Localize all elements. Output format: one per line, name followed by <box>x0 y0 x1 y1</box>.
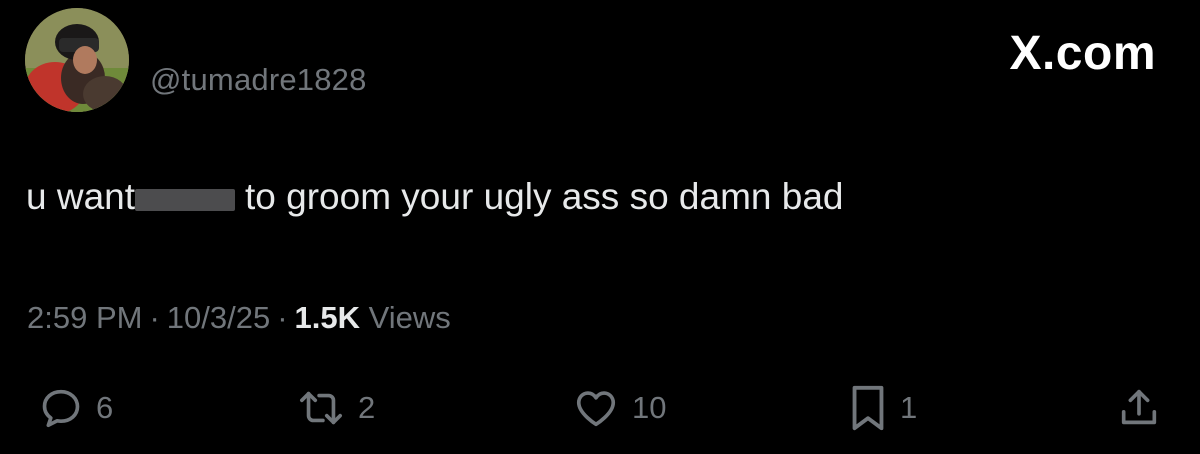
tweet-text-before: u want <box>26 176 136 217</box>
tweet-meta: 2:59 PM · 10/3/25 · 1.5K Views <box>27 300 451 336</box>
bookmark-count: 1 <box>900 390 918 425</box>
meta-separator: · <box>277 300 288 335</box>
share-icon <box>1121 389 1157 425</box>
share-button[interactable] <box>1116 380 1162 436</box>
bookmark-icon <box>852 385 884 431</box>
redaction-bar <box>135 189 236 211</box>
action-bar: 6 2 10 1 <box>0 380 1200 436</box>
reply-count: 6 <box>96 390 114 425</box>
tweet-time[interactable]: 2:59 PM <box>27 300 142 335</box>
views-label: Views <box>368 300 451 335</box>
tweet-date[interactable]: 10/3/25 <box>167 300 270 335</box>
heart-icon <box>576 391 616 427</box>
repost-button[interactable]: 2 <box>296 380 375 436</box>
author-handle[interactable]: @tumadre1828 <box>150 62 367 98</box>
repost-count: 2 <box>358 390 376 425</box>
avatar-photo <box>25 8 129 112</box>
reply-button[interactable]: 6 <box>38 380 113 436</box>
like-button[interactable]: 10 <box>572 380 666 436</box>
views-count: 1.5K <box>294 300 361 335</box>
tweet-text: u want to groom your ugly ass so damn ba… <box>26 176 844 218</box>
repost-icon <box>300 391 342 425</box>
tweet-text-after: to groom your ugly ass so damn bad <box>245 176 844 217</box>
avatar[interactable] <box>25 8 129 112</box>
bookmark-button[interactable]: 1 <box>848 380 917 436</box>
x-logo-watermark: X.com <box>1009 27 1156 80</box>
meta-separator: · <box>149 300 160 335</box>
reply-icon <box>42 389 80 428</box>
like-count: 10 <box>632 390 667 425</box>
